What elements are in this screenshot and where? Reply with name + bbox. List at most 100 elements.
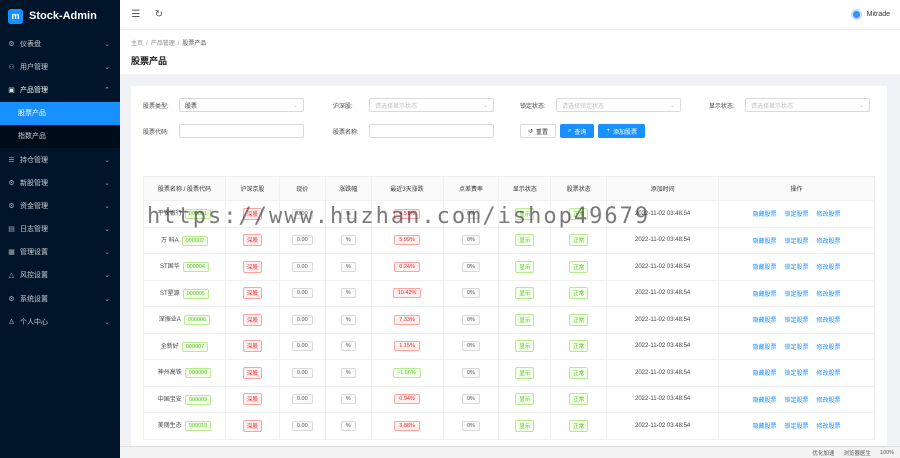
price-tag: 0.00 <box>291 288 313 299</box>
stock-status-tag: 正常 <box>569 234 589 247</box>
sidebar-item-logs[interactable]: ▤ 日志管理 ⌄ <box>0 218 120 241</box>
sidebar-item-funds[interactable]: ⚙ 资金管理 ⌄ <box>0 194 120 217</box>
actions-cell: 隐藏股票 锁定股票 修改股票 <box>718 332 875 360</box>
users-icon: ⚇ <box>8 63 15 71</box>
select-placeholder: 请选择显示状态 <box>375 103 418 110</box>
hide-stock-link[interactable]: 隐藏股票 <box>753 265 777 271</box>
user-menu[interactable]: Mitrade <box>850 9 890 20</box>
app-name: Stock-Admin <box>29 10 97 22</box>
price-cell: 0.00 <box>278 412 326 440</box>
edit-stock-link[interactable]: 修改股票 <box>817 265 841 271</box>
sidebar-item-products[interactable]: ▣ 产品管理 ⌃ <box>0 78 120 101</box>
price-tag: 0.00 <box>291 314 313 325</box>
lock-stock-link[interactable]: 锁定股票 <box>785 345 809 351</box>
reset-button[interactable]: ↺ 重置 <box>520 124 557 138</box>
stock-code-tag: 000004 <box>182 262 209 273</box>
col-header: 股票名称 / 股票代码 <box>143 176 226 201</box>
lock-stock-link[interactable]: 锁定股票 <box>785 424 809 430</box>
hide-stock-link[interactable]: 隐藏股票 <box>753 239 777 245</box>
edit-stock-link[interactable]: 修改股票 <box>817 318 841 324</box>
recent-change-tag: -1.66% <box>393 367 421 378</box>
filter-label: 股票名称: <box>333 129 359 136</box>
content-card: 股票类型: 股票 ⌄ 沪深股: 请选择显示状态 ⌄ 锁定状态: 请选择锁定状态 … <box>131 86 887 458</box>
stock-code-tag: 000002 <box>181 235 208 246</box>
display-cell: 显示 <box>498 279 552 307</box>
sidebar-item-system-settings[interactable]: ⚙ 系统设置 ⌄ <box>0 287 120 310</box>
display-status-select[interactable]: 请选择显示状态 ⌄ <box>745 98 870 112</box>
sidebar-item-positions[interactable]: ☰ 持仓管理 ⌄ <box>0 148 120 171</box>
stock-code-input[interactable] <box>179 124 304 138</box>
breadcrumb-home[interactable]: 主页 <box>131 41 143 47</box>
refresh-icon[interactable]: ↻ <box>152 8 166 22</box>
price-cell: 0.00 <box>278 306 326 334</box>
lock-stock-link[interactable]: 锁定股票 <box>785 239 809 245</box>
filter-label: 锁定状态: <box>520 103 546 110</box>
lock-stock-link[interactable]: 锁定股票 <box>785 371 809 377</box>
sidebar-item-dashboard[interactable]: ⚙ 仪表盘 ⌄ <box>0 32 120 55</box>
edit-stock-link[interactable]: 修改股票 <box>817 424 841 430</box>
sidebar-item-users[interactable]: ⚇ 用户管理 ⌄ <box>0 55 120 78</box>
actions-cell: 隐藏股票 锁定股票 修改股票 <box>718 412 875 440</box>
hide-stock-link[interactable]: 隐藏股票 <box>753 424 777 430</box>
market-select[interactable]: 请选择显示状态 ⌄ <box>369 98 494 112</box>
stock-status-tag: 正常 <box>569 340 589 353</box>
stock-status-tag: 正常 <box>569 260 589 273</box>
stock-name-input[interactable] <box>369 124 494 138</box>
stock-status-tag: 正常 <box>569 366 589 379</box>
stock-status-tag: 正常 <box>569 313 589 326</box>
price-cell: 0.00 <box>278 279 326 307</box>
sidebar-item-admin-settings[interactable]: ▦ 管理设置 ⌄ <box>0 241 120 264</box>
stock-code-tag: 000010 <box>184 421 212 432</box>
avatar[interactable] <box>850 9 862 20</box>
sidebar-item-index-products[interactable]: 指数产品 <box>0 125 120 148</box>
edit-stock-link[interactable]: 修改股票 <box>817 239 841 245</box>
time-cell: 2022-11-02 03:48:54 <box>606 385 720 413</box>
col-header: 最近3天涨跌 <box>370 176 444 201</box>
change-cell: % <box>324 412 372 440</box>
price-tag: 0.00 <box>291 367 313 378</box>
name-cell: ST星源 000005 <box>143 279 226 307</box>
change-cell: % <box>324 226 372 254</box>
add-stock-button[interactable]: + 添加股票 <box>598 124 645 138</box>
lock-stock-link[interactable]: 锁定股票 <box>785 318 809 324</box>
lock-status-select[interactable]: 请选择锁定状态 ⌄ <box>556 98 681 112</box>
speedup-item[interactable]: 优化加速 <box>812 449 834 457</box>
sidebar-item-ipo[interactable]: ⚙ 新股管理 ⌄ <box>0 171 120 194</box>
stock-type-select[interactable]: 股票 ⌄ <box>179 98 304 112</box>
hide-stock-link[interactable]: 隐藏股票 <box>753 398 777 404</box>
lock-stock-link[interactable]: 锁定股票 <box>785 292 809 298</box>
sidebar-item-label: 资金管理 <box>20 202 48 210</box>
actions-cell: 隐藏股票 锁定股票 修改股票 <box>718 385 875 413</box>
edit-stock-link[interactable]: 修改股票 <box>817 212 841 218</box>
actions-cell: 隐藏股票 锁定股票 修改股票 <box>718 226 875 254</box>
hide-stock-link[interactable]: 隐藏股票 <box>753 345 777 351</box>
breadcrumb-products[interactable]: 产品管理 <box>151 41 175 47</box>
logo[interactable]: m Stock-Admin <box>0 0 120 32</box>
edit-stock-link[interactable]: 修改股票 <box>817 371 841 377</box>
hide-stock-link[interactable]: 隐藏股票 <box>753 292 777 298</box>
hide-stock-link[interactable]: 隐藏股票 <box>753 318 777 324</box>
display-status-tag: 显示 <box>515 393 535 406</box>
display-status-tag: 显示 <box>515 366 535 379</box>
col-header: 涨跌幅 <box>324 176 372 201</box>
lock-stock-link[interactable]: 锁定股票 <box>785 265 809 271</box>
browser-doctor-item[interactable]: 浏览器医生 <box>843 449 871 457</box>
col-header: 操作 <box>718 176 875 201</box>
sidebar-item-profile[interactable]: ♙ 个人中心 ⌄ <box>0 310 120 333</box>
lock-stock-link[interactable]: 锁定股票 <box>785 212 809 218</box>
lock-stock-link[interactable]: 锁定股票 <box>785 398 809 404</box>
sidebar-item-risk-settings[interactable]: △ 风控设置 ⌄ <box>0 264 120 287</box>
recent-change-tag: 10.42% <box>392 288 422 299</box>
edit-stock-link[interactable]: 修改股票 <box>817 345 841 351</box>
edit-stock-link[interactable]: 修改股票 <box>817 292 841 298</box>
logo-icon: m <box>8 8 23 24</box>
hide-stock-link[interactable]: 隐藏股票 <box>753 371 777 377</box>
zoom-level[interactable]: 100% <box>880 450 894 456</box>
menu-fold-icon[interactable]: ☰ <box>129 8 143 22</box>
hide-stock-link[interactable]: 隐藏股票 <box>753 212 777 218</box>
display-cell: 显示 <box>498 359 552 387</box>
sidebar-item-stock-products[interactable]: 股票产品 <box>0 101 120 125</box>
query-button[interactable]: ⌕ 查询 <box>560 124 595 138</box>
edit-stock-link[interactable]: 修改股票 <box>817 398 841 404</box>
table-body: 平安银行 000001 深股 0.00% 4.51% 0% 显示 正常 2022-11-02 0… <box>143 200 875 440</box>
